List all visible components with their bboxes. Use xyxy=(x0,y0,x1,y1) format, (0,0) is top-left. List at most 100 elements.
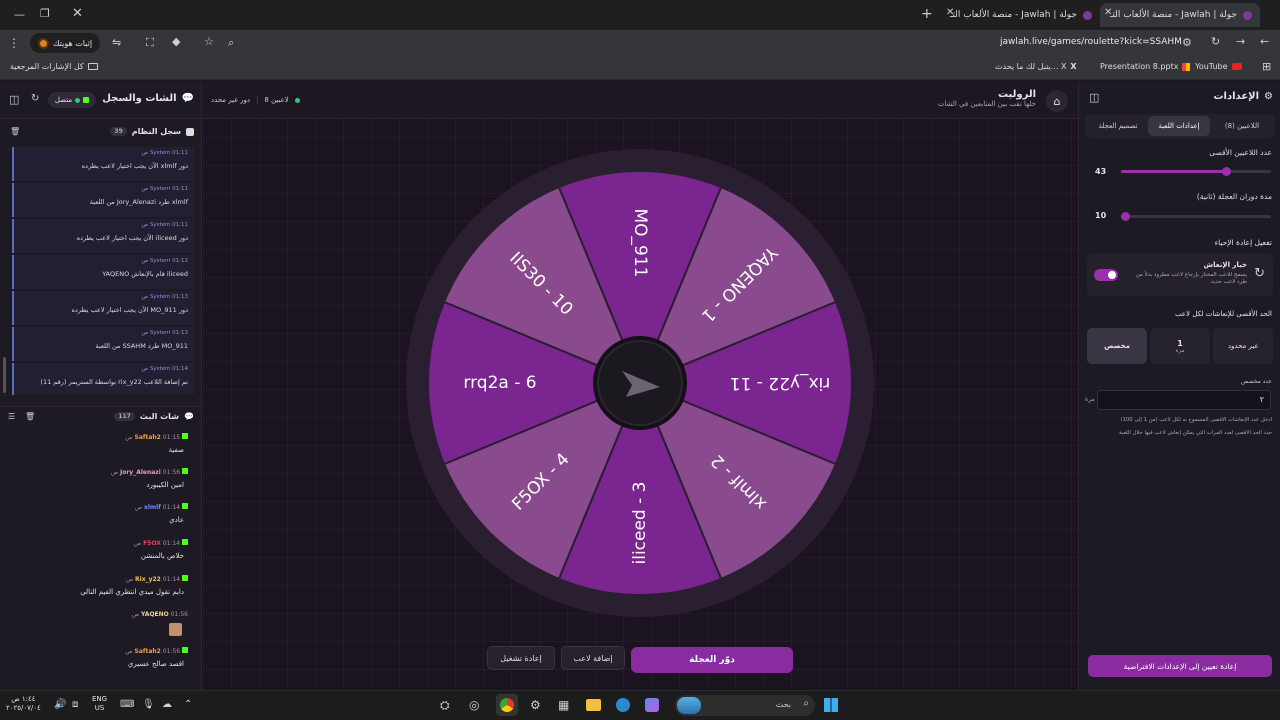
cloud-icon[interactable]: ☁ xyxy=(162,699,172,710)
revive-toggle[interactable] xyxy=(1094,269,1118,281)
username[interactable]: Jory_Alenazi xyxy=(120,469,161,476)
ext-icon[interactable]: ◆ xyxy=(172,35,180,48)
chrome-taskbar-button[interactable] xyxy=(496,694,518,716)
bookmark-star-icon[interactable]: ☆ xyxy=(204,35,214,48)
restore-icon[interactable]: ❐ xyxy=(40,7,50,20)
all-bookmarks[interactable]: كل الإشارات المرجعية xyxy=(10,62,98,71)
restart-button[interactable]: إعادة تشغيل xyxy=(487,646,555,670)
minimize-icon[interactable]: — xyxy=(14,8,25,21)
profile-button[interactable]: إثبات هويتك xyxy=(30,33,100,53)
system-message: System 01:13 ص MO_911 طرد SSAHM من اللعب… xyxy=(12,327,194,361)
chat-message: Saftah2 01:56 ص اقصد صالح عسيري xyxy=(0,647,196,681)
settings-app-icon[interactable]: ⚙ xyxy=(530,698,541,712)
username[interactable]: F5OX xyxy=(143,540,161,547)
close-window-icon[interactable]: ✕ xyxy=(72,6,83,21)
username[interactable]: YAQENO xyxy=(141,611,169,618)
windows-start-icon[interactable] xyxy=(824,698,838,712)
custom-count-input[interactable]: ٢ xyxy=(1097,390,1271,410)
page-subtitle: خلها تقب بين المتابعين في الشات xyxy=(937,100,1036,108)
wheel-segment-label: rrq2a - 6 xyxy=(463,373,536,393)
reset-defaults-button[interactable]: إعادة تعيين إلى الإعدادات الافتراضية xyxy=(1088,655,1272,677)
bookmark-label: YouTube xyxy=(1195,62,1228,71)
bookmark-presentation[interactable]: Presentation 8.pptx xyxy=(1100,62,1191,71)
trash-icon[interactable]: 🗑 xyxy=(25,412,35,421)
close-tab-icon[interactable]: ✕ xyxy=(1104,7,1112,18)
url-text[interactable]: jawlah.live/games/roulette?kick=SSAHM xyxy=(1000,37,1182,47)
bookmark-youtube[interactable]: YouTube xyxy=(1195,62,1242,71)
close-tab-icon[interactable]: ✕ xyxy=(946,7,954,18)
volume-icon[interactable]: 🔊 xyxy=(54,699,66,710)
lang-region: US xyxy=(94,704,105,713)
option-custom[interactable]: مخصص xyxy=(1087,328,1147,364)
file-explorer-icon[interactable] xyxy=(586,699,601,711)
trash-icon[interactable]: 🗑 xyxy=(10,127,20,136)
extensions-icon[interactable]: ⇋ xyxy=(112,36,121,49)
system-message: System 01:11 ص دور iliceed الآن يجب اختي… xyxy=(12,219,194,253)
network-icon[interactable]: ⧈ xyxy=(72,699,78,710)
bookmark-x[interactable]: يتبل لك ما يحدث... X X xyxy=(995,62,1077,71)
zoom-icon[interactable]: ⌕ xyxy=(228,36,234,50)
status-text: متصل xyxy=(54,96,73,104)
tab-wheel-design[interactable]: تصميم العجلة xyxy=(1089,116,1147,136)
slider-thumb[interactable] xyxy=(1222,167,1231,176)
collapse-panel-icon[interactable]: ◫ xyxy=(1089,91,1099,104)
tab-jawlah-2[interactable]: جولة | Jawlah - منصة الألعاب التـ xyxy=(940,3,1100,27)
microphone-icon[interactable]: 🎙 xyxy=(142,699,155,710)
site-info-icon[interactable]: ⚙ xyxy=(1182,36,1192,49)
tab-players[interactable]: اللاعبين (8) xyxy=(1213,116,1271,136)
folder-icon xyxy=(87,63,98,70)
steam-icon[interactable]: ⛭ xyxy=(440,698,450,713)
message-text: iliceed قام بالإنعاش YAQENO xyxy=(102,270,188,278)
username[interactable]: Rix_y22 xyxy=(135,576,161,583)
menu-dots-icon[interactable]: ⋮ xyxy=(8,36,20,50)
spin-duration-slider[interactable] xyxy=(1121,212,1271,221)
max-players-slider[interactable] xyxy=(1121,167,1271,176)
edge-icon[interactable] xyxy=(616,698,630,712)
new-tab-icon[interactable]: + xyxy=(921,6,933,22)
tab-game-settings[interactable]: إعدادات اللعبة xyxy=(1148,116,1210,136)
tab-jawlah-active[interactable]: جولة | Jawlah - منصة الألعاب التـ xyxy=(1100,3,1260,27)
forward-icon[interactable]: → xyxy=(1236,35,1245,48)
message-text: MO_911 طرد SSAHM من اللعبة xyxy=(95,342,188,350)
settings-title: الإعدادات xyxy=(1213,91,1260,102)
live-chat-header[interactable]: ☰ 🗑 💬 شات البث 117 xyxy=(0,406,202,428)
spin-wheel-button[interactable]: دوّر العجلة xyxy=(631,647,793,673)
chat-bubble-icon: 💬 xyxy=(184,412,194,421)
reload-icon[interactable]: ↻ xyxy=(1211,35,1220,48)
os-taskbar: ١:٤٤ ص ٢٠٢٥/٠٧/٠٤ 🔊 ⧈ ENG US ⌨ 🎙 ☁ ⌃ ⛭ ◎… xyxy=(0,690,1280,720)
apps-grid-icon[interactable]: ⊞ xyxy=(1262,60,1271,73)
back-icon[interactable]: ← xyxy=(1260,35,1269,48)
max-revives-label: الحد الأقصى للإنعاشات لكل لاعب xyxy=(1174,310,1272,318)
list-icon[interactable]: ☰ xyxy=(8,412,15,421)
all-bookmarks-label: كل الإشارات المرجعية xyxy=(10,62,84,71)
clock[interactable]: ١:٤٤ ص ٢٠٢٥/٠٧/٠٤ xyxy=(6,695,41,713)
username[interactable]: Saftah2 xyxy=(135,434,161,441)
chat-panel-title: 💬 الشات والسجل xyxy=(102,93,194,104)
system-log-header[interactable]: 🗑 سجل النظام 39 xyxy=(0,123,202,143)
slider-thumb[interactable] xyxy=(1121,212,1130,221)
copilot-icon[interactable] xyxy=(645,698,659,712)
username[interactable]: xlmlf xyxy=(144,504,161,511)
kick-badge-icon xyxy=(182,539,188,545)
language-indicator[interactable]: ENG US xyxy=(92,695,107,713)
refresh-icon[interactable]: ↻ xyxy=(31,93,39,104)
app-icon[interactable]: ◎ xyxy=(469,698,479,712)
collapse-panel-icon[interactable]: ◫ xyxy=(9,93,19,106)
lang-code: ENG xyxy=(92,695,108,703)
keyboard-icon[interactable]: ⌨ xyxy=(120,699,134,710)
store-icon[interactable]: ▦ xyxy=(558,698,569,712)
scrollbar-thumb[interactable] xyxy=(3,357,6,393)
clock-time: ١:٤٤ ص xyxy=(11,695,36,703)
screenshot-icon[interactable]: ⛶ xyxy=(146,36,154,50)
chat-bubble-icon: 💬 xyxy=(181,93,194,104)
option-unlimited[interactable]: غير محدود xyxy=(1213,328,1273,364)
count-badge: 39 xyxy=(110,127,127,136)
option-once[interactable]: 1 مرة xyxy=(1150,328,1210,364)
home-button[interactable]: ⌂ xyxy=(1046,90,1068,112)
chevron-up-icon[interactable]: ⌃ xyxy=(184,699,192,710)
home-icon: ⌂ xyxy=(1053,94,1061,108)
roulette-wheel[interactable]: MO_911 YAQENO - 1rix_y22 - 11xlmlf - 2ili… xyxy=(406,149,874,617)
add-player-button[interactable]: إضافة لاعب xyxy=(561,646,625,670)
username[interactable]: Saftah2 xyxy=(135,648,161,655)
taskbar-search[interactable]: بحث ⌕ xyxy=(675,695,815,716)
